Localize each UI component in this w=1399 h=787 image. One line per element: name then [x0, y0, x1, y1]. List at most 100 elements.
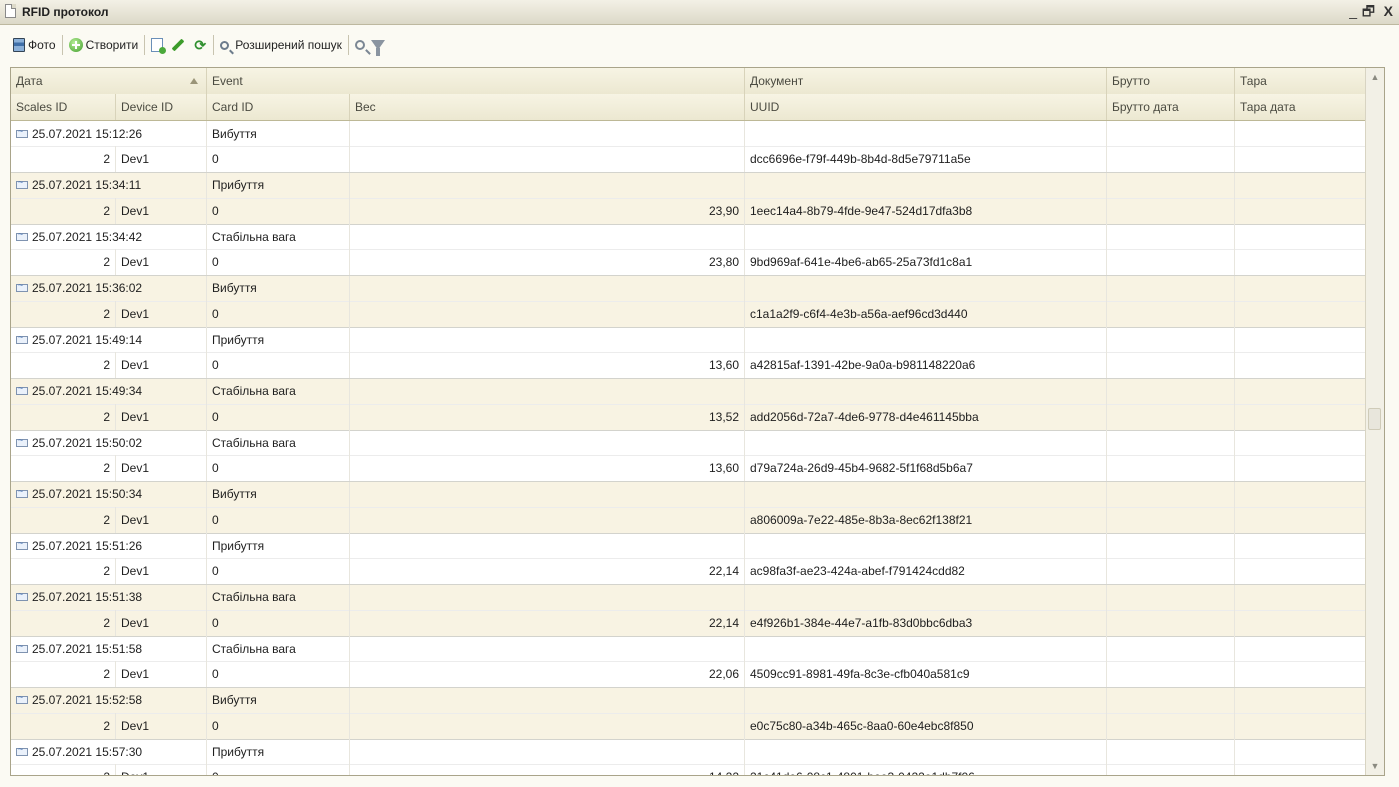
cell-date[interactable]: 25.07.2021 15:50:34: [11, 481, 207, 507]
cell-card-id[interactable]: 0: [207, 661, 350, 687]
cell-document[interactable]: [745, 121, 1107, 146]
cell-tara-date[interactable]: [1235, 403, 1366, 430]
cell-uuid[interactable]: e4f926b1-384e-44e7-a1fb-83d0bbc6dba3: [745, 609, 1107, 636]
cell-tara-date[interactable]: [1235, 558, 1366, 584]
table-row[interactable]: 25.07.2021 15:50:34 Вибуття 2 Dev1 0: [11, 481, 1366, 534]
cell-uuid[interactable]: add2056d-72a7-4de6-9778-d4e461145bba: [745, 403, 1107, 430]
cell-tara[interactable]: [1235, 687, 1366, 713]
cell-card-id[interactable]: 0: [207, 403, 350, 430]
cell-brutto-date[interactable]: [1107, 764, 1235, 775]
cell-tara[interactable]: [1235, 327, 1366, 352]
cell-scales-id[interactable]: 2: [11, 249, 116, 275]
cell-device-id[interactable]: Dev1: [116, 249, 207, 275]
cell-scales-id[interactable]: 2: [11, 455, 116, 481]
cell-scales-id[interactable]: 2: [11, 403, 116, 430]
cell-document[interactable]: [745, 224, 1107, 249]
cell-scales-id[interactable]: 2: [11, 661, 116, 687]
cell-device-id[interactable]: Dev1: [116, 506, 207, 533]
cell-device-id[interactable]: Dev1: [116, 764, 207, 775]
cell-brutto[interactable]: [1107, 172, 1235, 198]
cell-document[interactable]: [745, 584, 1107, 610]
cell-brutto-date[interactable]: [1107, 352, 1235, 378]
cell-brutto-date[interactable]: [1107, 506, 1235, 533]
cell-brutto[interactable]: [1107, 481, 1235, 507]
cell-document[interactable]: [745, 481, 1107, 507]
cell-date[interactable]: 25.07.2021 15:51:26: [11, 533, 207, 558]
close-button[interactable]: X: [1384, 3, 1393, 19]
cell-tara[interactable]: [1235, 739, 1366, 764]
cell-tara-date[interactable]: [1235, 249, 1366, 275]
table-row[interactable]: 25.07.2021 15:34:42 Стабільна вага 2 Dev…: [11, 224, 1366, 276]
cell-brutto-date[interactable]: [1107, 558, 1235, 584]
cell-uuid[interactable]: a42815af-1391-42be-9a0a-b981148220a6: [745, 352, 1107, 378]
cell-card-id[interactable]: 0: [207, 609, 350, 636]
column-header-tara[interactable]: Тара: [1235, 68, 1366, 94]
cell-card-id[interactable]: 0: [207, 506, 350, 533]
cell-tara-date[interactable]: [1235, 455, 1366, 481]
cell-empty[interactable]: [350, 533, 745, 558]
cell-device-id[interactable]: Dev1: [116, 146, 207, 172]
cell-brutto-date[interactable]: [1107, 661, 1235, 687]
create-button[interactable]: Створити: [66, 32, 142, 58]
cell-device-id[interactable]: Dev1: [116, 352, 207, 378]
cell-uuid[interactable]: ac98fa3f-ae23-424a-abef-f791424cdd82: [745, 558, 1107, 584]
cell-weight[interactable]: 14,22: [350, 764, 745, 775]
cell-document[interactable]: [745, 378, 1107, 404]
cell-tara-date[interactable]: [1235, 146, 1366, 172]
table-row[interactable]: 25.07.2021 15:12:26 Вибуття 2 Dev1 0: [11, 121, 1366, 173]
cell-weight[interactable]: [350, 506, 745, 533]
cell-event[interactable]: Вибуття: [207, 275, 350, 301]
cell-device-id[interactable]: Dev1: [116, 455, 207, 481]
cell-event[interactable]: Стабільна вага: [207, 584, 350, 610]
cell-card-id[interactable]: 0: [207, 197, 350, 224]
cell-tara-date[interactable]: [1235, 197, 1366, 224]
cell-brutto[interactable]: [1107, 275, 1235, 301]
cell-brutto-date[interactable]: [1107, 403, 1235, 430]
cell-brutto-date[interactable]: [1107, 146, 1235, 172]
cell-event[interactable]: Прибуття: [207, 172, 350, 198]
cell-weight[interactable]: 13,60: [350, 455, 745, 481]
cell-brutto[interactable]: [1107, 327, 1235, 352]
column-header-uuid[interactable]: UUID: [745, 94, 1107, 120]
cell-event[interactable]: Вибуття: [207, 481, 350, 507]
cell-date[interactable]: 25.07.2021 15:34:11: [11, 172, 207, 198]
cell-brutto-date[interactable]: [1107, 455, 1235, 481]
find-button[interactable]: [352, 32, 368, 58]
cell-weight[interactable]: [350, 300, 745, 327]
cell-tara-date[interactable]: [1235, 609, 1366, 636]
cell-uuid[interactable]: e0c75c80-a34b-465c-8aa0-60e4ebc8f850: [745, 712, 1107, 739]
cell-scales-id[interactable]: 2: [11, 197, 116, 224]
column-header-date[interactable]: Дата: [11, 68, 207, 94]
cell-brutto[interactable]: [1107, 687, 1235, 713]
column-header-weight[interactable]: Вес: [350, 94, 745, 120]
cell-brutto-date[interactable]: [1107, 609, 1235, 636]
cell-event[interactable]: Прибуття: [207, 533, 350, 558]
cell-document[interactable]: [745, 687, 1107, 713]
cell-device-id[interactable]: Dev1: [116, 712, 207, 739]
cell-card-id[interactable]: 0: [207, 300, 350, 327]
cell-tara-date[interactable]: [1235, 712, 1366, 739]
cell-document[interactable]: [745, 739, 1107, 764]
cell-scales-id[interactable]: 2: [11, 146, 116, 172]
cell-scales-id[interactable]: 2: [11, 352, 116, 378]
cell-weight[interactable]: 22,06: [350, 661, 745, 687]
cell-date[interactable]: 25.07.2021 15:49:34: [11, 378, 207, 404]
cell-uuid[interactable]: a806009a-7e22-485e-8b3a-8ec62f138f21: [745, 506, 1107, 533]
table-row[interactable]: 25.07.2021 15:52:58 Вибуття 2 Dev1 0: [11, 687, 1366, 740]
cell-empty[interactable]: [350, 172, 745, 198]
cell-empty[interactable]: [350, 481, 745, 507]
cell-uuid[interactable]: dcc6696e-f79f-449b-8b4d-8d5e79711a5e: [745, 146, 1107, 172]
copy-button[interactable]: [148, 32, 167, 58]
cell-card-id[interactable]: 0: [207, 558, 350, 584]
cell-uuid[interactable]: 4509cc91-8981-49fa-8c3e-cfb040a581c9: [745, 661, 1107, 687]
vertical-scrollbar[interactable]: ▲ ▼: [1365, 68, 1384, 775]
scroll-up-arrow-icon[interactable]: ▲: [1366, 68, 1384, 86]
column-header-brutto[interactable]: Брутто: [1107, 68, 1235, 94]
cell-tara[interactable]: [1235, 533, 1366, 558]
cell-document[interactable]: [745, 430, 1107, 455]
cell-event[interactable]: Вибуття: [207, 687, 350, 713]
table-row[interactable]: 25.07.2021 15:49:34 Стабільна вага 2 Dev…: [11, 378, 1366, 431]
cell-date[interactable]: 25.07.2021 15:57:30: [11, 739, 207, 764]
cell-document[interactable]: [745, 636, 1107, 661]
cell-brutto[interactable]: [1107, 224, 1235, 249]
